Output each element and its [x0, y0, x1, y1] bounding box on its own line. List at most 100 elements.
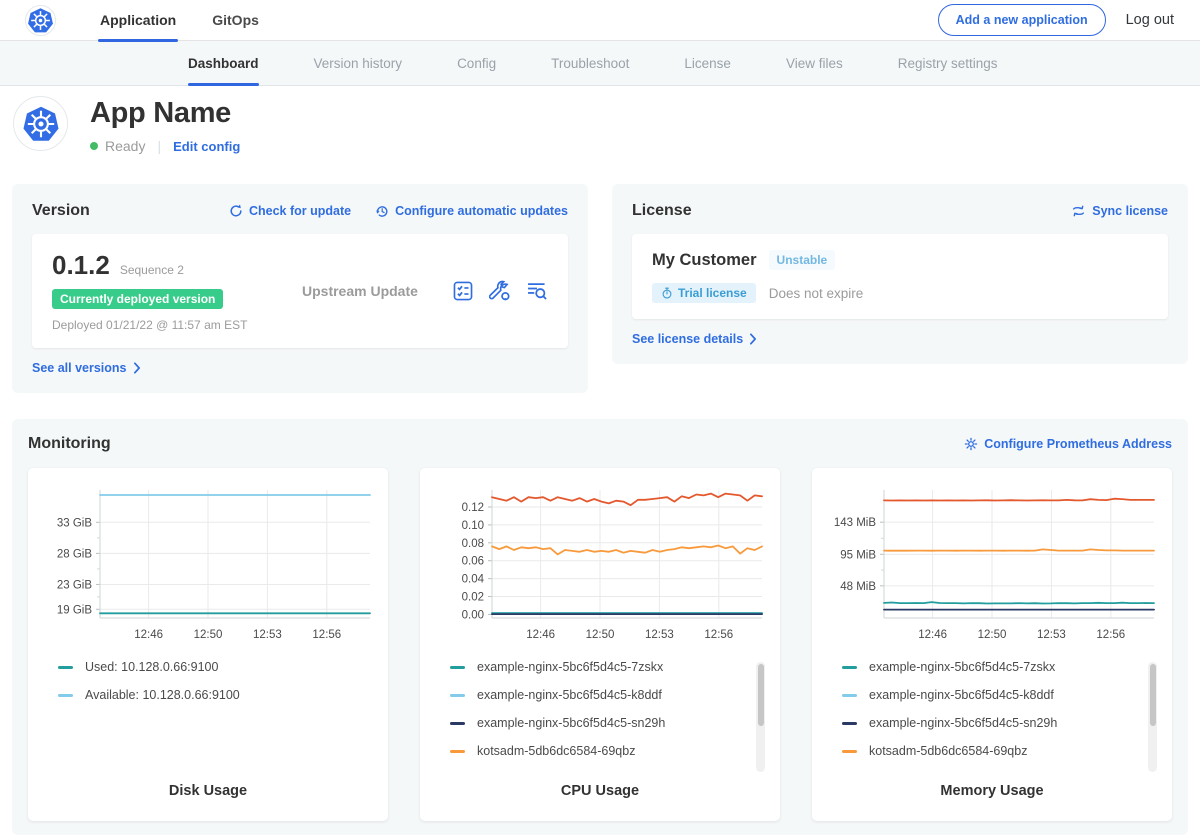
license-card-title: License — [632, 202, 692, 220]
stopwatch-icon — [661, 287, 673, 299]
channel-badge: Unstable — [769, 250, 836, 270]
disk-usage-legend: Used: 10.128.0.66:9100 Available: 10.128.… — [40, 660, 376, 778]
legend-item: Available: 10.128.0.66:9100 — [58, 688, 376, 702]
monitoring-panel: Monitoring Configure Prometheus Address … — [12, 419, 1188, 835]
legend-label: example-nginx-5bc6f5d4c5-sn29h — [477, 716, 665, 730]
legend-label: example-nginx-5bc6f5d4c5-7zskx — [477, 660, 663, 674]
kubernetes-app-icon — [22, 105, 60, 143]
charts-row: 33 GiB 28 GiB 23 GiB 19 GiB 12:46 12:50 12:53 1… — [28, 468, 1172, 821]
sync-icon — [1071, 204, 1086, 218]
sync-license-label: Sync license — [1092, 204, 1168, 218]
release-type-label: Upstream Update — [302, 283, 418, 299]
cards-row: Version Check for update Configure au — [12, 184, 1188, 393]
svg-text:12:46: 12:46 — [134, 629, 163, 641]
legend-label: kotsadm-5db6dc6584-69qbz — [477, 744, 635, 758]
svg-text:0.12: 0.12 — [462, 502, 484, 514]
preflight-checks-icon[interactable] — [452, 280, 474, 302]
legend-item: example-nginx-5bc6f5d4c5-k8ddf — [842, 688, 1160, 702]
svg-text:33 GiB: 33 GiB — [57, 517, 92, 529]
svg-text:19 GiB: 19 GiB — [57, 604, 92, 616]
trial-license-badge: Trial license — [652, 283, 756, 303]
legend-swatch — [450, 750, 465, 753]
legend-label: Used: 10.128.0.66:9100 — [85, 660, 218, 674]
top-nav-right: Add a new application Log out — [938, 4, 1174, 36]
legend-label: example-nginx-5bc6f5d4c5-k8ddf — [477, 688, 662, 702]
legend-label: kotsadm-5db6dc6584-69qbz — [869, 744, 1027, 758]
status-label: Ready — [105, 138, 145, 154]
svg-text:28 GiB: 28 GiB — [57, 548, 92, 560]
svg-text:12:46: 12:46 — [918, 629, 947, 641]
add-application-button[interactable]: Add a new application — [938, 4, 1106, 36]
configure-automatic-updates-link[interactable]: Configure automatic updates — [375, 204, 568, 218]
trial-license-label: Trial license — [678, 286, 747, 300]
page-title: App Name — [90, 97, 240, 130]
cpu-usage-line-chart: 0.120.100.080.060.040.020.0012:4612:5012… — [432, 482, 768, 646]
legend-swatch — [842, 666, 857, 669]
svg-text:143 MiB: 143 MiB — [834, 517, 877, 529]
legend-scrollbar-thumb[interactable] — [1150, 664, 1156, 726]
version-card: Version Check for update Configure au — [12, 184, 588, 393]
license-details-row: My Customer Unstable Trial license — [632, 234, 1168, 319]
subnav-tab-registry-settings[interactable]: Registry settings — [898, 41, 998, 85]
configure-automatic-updates-label: Configure automatic updates — [395, 204, 568, 218]
see-license-details-label: See license details — [632, 332, 743, 346]
legend-label: Available: 10.128.0.66:9100 — [85, 688, 240, 702]
sync-license-link[interactable]: Sync license — [1071, 204, 1168, 218]
edit-config-icon[interactable] — [489, 280, 511, 302]
deployed-version-badge: Currently deployed version — [52, 289, 223, 309]
legend-item: example-nginx-5bc6f5d4c5-sn29h — [842, 716, 1160, 730]
memory-usage-legend: example-nginx-5bc6f5d4c5-7zskx example-ng… — [824, 660, 1160, 778]
svg-text:12:53: 12:53 — [253, 629, 282, 641]
subnav-tab-config[interactable]: Config — [457, 41, 496, 85]
svg-text:0.10: 0.10 — [462, 520, 484, 532]
legend-label: example-nginx-5bc6f5d4c5-sn29h — [869, 716, 1057, 730]
svg-text:23 GiB: 23 GiB — [57, 579, 92, 591]
view-diff-icon[interactable] — [526, 280, 548, 302]
legend-scrollbar[interactable] — [1148, 662, 1157, 772]
chart-title: Memory Usage — [824, 783, 1160, 811]
legend-item: example-nginx-5bc6f5d4c5-sn29h — [450, 716, 768, 730]
legend-item: kotsadm-5db6dc6584-69qbz — [450, 744, 768, 758]
logout-link[interactable]: Log out — [1126, 12, 1174, 28]
see-license-details-link[interactable]: See license details — [632, 332, 1168, 346]
gear-icon — [964, 437, 978, 451]
chart-title: Disk Usage — [40, 783, 376, 811]
svg-text:0.02: 0.02 — [462, 592, 484, 604]
ready-status-dot — [90, 142, 98, 150]
chart-title: CPU Usage — [432, 783, 768, 811]
subnav-tab-dashboard[interactable]: Dashboard — [188, 41, 259, 85]
svg-text:12:56: 12:56 — [1096, 629, 1125, 641]
legend-item: example-nginx-5bc6f5d4c5-7zskx — [450, 660, 768, 674]
svg-text:0.00: 0.00 — [462, 609, 484, 621]
legend-swatch — [842, 694, 857, 697]
svg-text:12:56: 12:56 — [312, 629, 341, 641]
top-nav: Application GitOps Add a new application… — [0, 0, 1200, 41]
legend-scrollbar-thumb[interactable] — [758, 664, 764, 726]
subnav-tab-troubleshoot[interactable]: Troubleshoot — [551, 41, 629, 85]
check-for-update-link[interactable]: Check for update — [229, 204, 351, 218]
legend-swatch — [450, 694, 465, 697]
edit-config-link[interactable]: Edit config — [173, 139, 240, 154]
svg-text:12:50: 12:50 — [978, 629, 1007, 641]
legend-scrollbar[interactable] — [756, 662, 765, 772]
svg-text:95 MiB: 95 MiB — [840, 549, 876, 561]
app-subnav: Dashboard Version history Config Trouble… — [0, 41, 1200, 86]
kubernetes-logo[interactable] — [25, 5, 56, 36]
legend-swatch — [842, 750, 857, 753]
see-all-versions-link[interactable]: See all versions — [32, 361, 568, 375]
subnav-tab-view-files[interactable]: View files — [786, 41, 843, 85]
legend-label: example-nginx-5bc6f5d4c5-k8ddf — [869, 688, 1054, 702]
check-for-update-label: Check for update — [249, 204, 351, 218]
subnav-tab-version-history[interactable]: Version history — [314, 41, 403, 85]
legend-swatch — [58, 666, 73, 669]
svg-text:0.08: 0.08 — [462, 538, 484, 550]
configure-prometheus-link[interactable]: Configure Prometheus Address — [964, 437, 1172, 451]
legend-label: example-nginx-5bc6f5d4c5-7zskx — [869, 660, 1055, 674]
tab-gitops[interactable]: GitOps — [212, 0, 259, 41]
tab-gitops-label: GitOps — [212, 12, 259, 28]
tab-application[interactable]: Application — [100, 0, 176, 41]
subnav-tab-license[interactable]: License — [684, 41, 731, 85]
deployed-timestamp: Deployed 01/21/22 @ 11:57 am EST — [52, 318, 302, 332]
legend-item: example-nginx-5bc6f5d4c5-k8ddf — [450, 688, 768, 702]
version-sequence: Sequence 2 — [120, 263, 184, 277]
